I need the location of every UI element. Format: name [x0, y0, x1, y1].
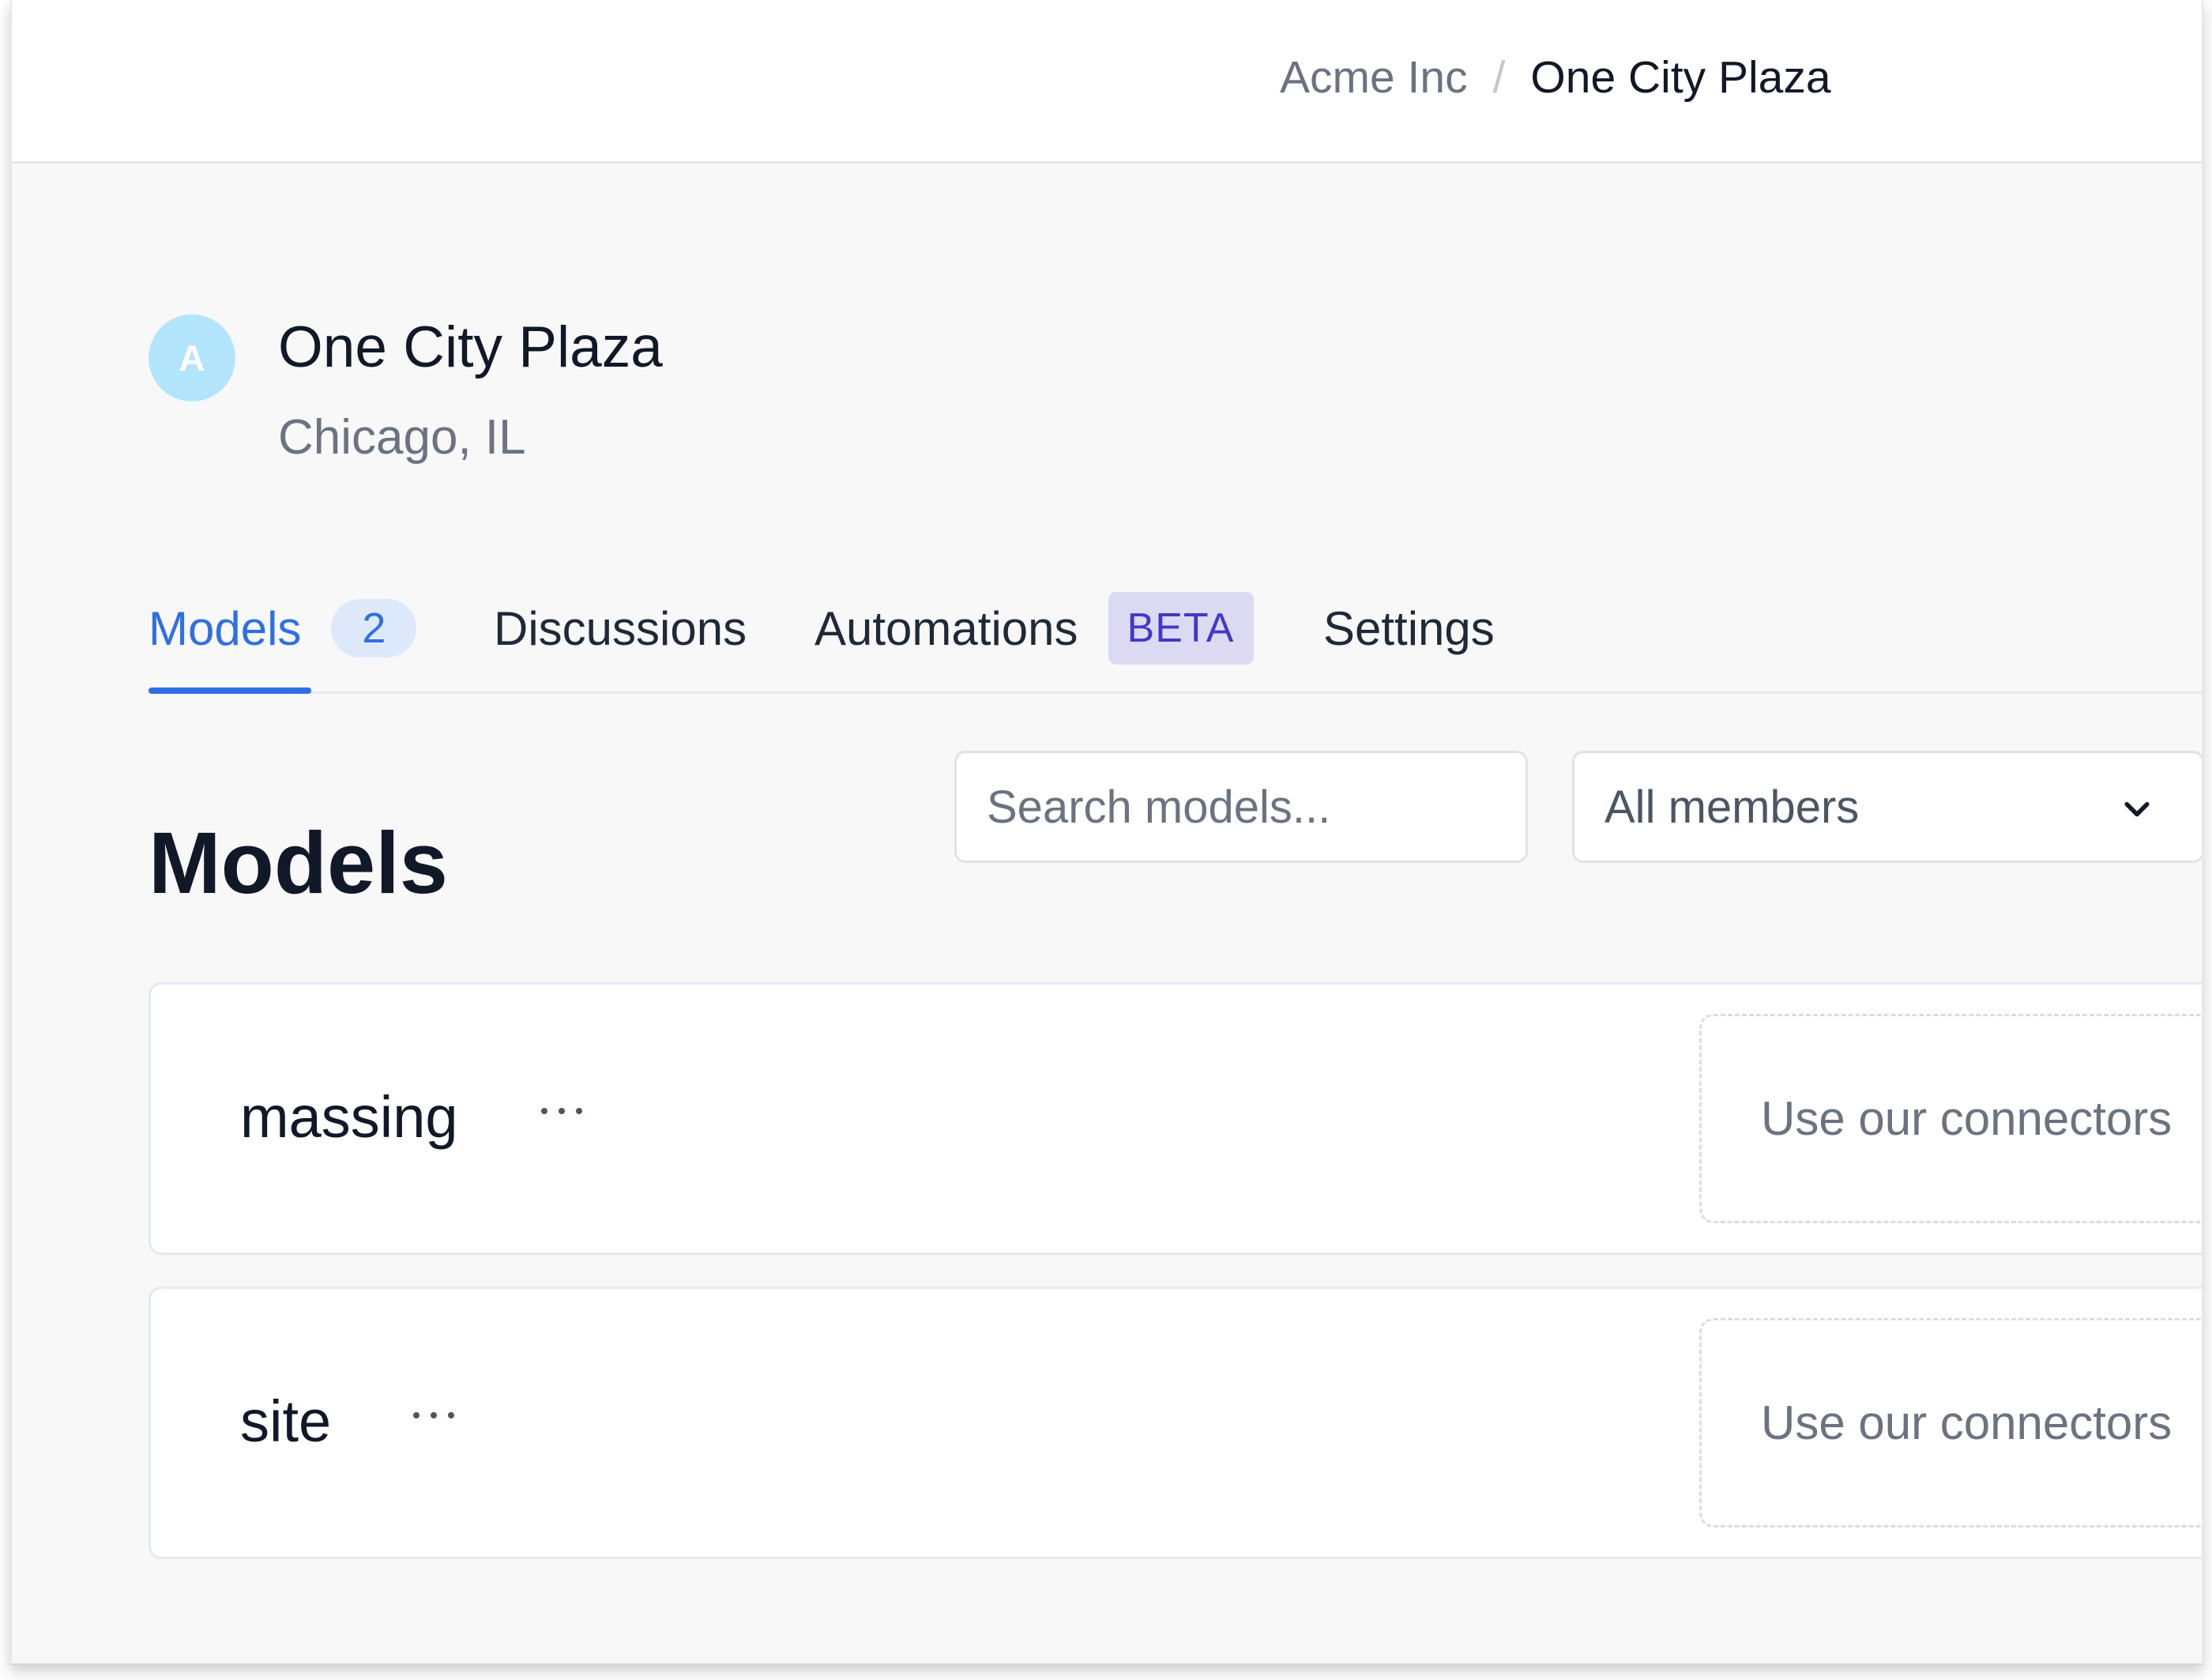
member-filter-select[interactable]: All members: [1572, 751, 2202, 863]
connectors-placeholder[interactable]: Use our connectors: [1699, 1014, 2202, 1223]
model-card[interactable]: site ··· Use our connectors: [149, 1286, 2202, 1559]
breadcrumb-organization[interactable]: Acme Inc: [1280, 51, 1468, 104]
project-avatar: A: [149, 315, 235, 401]
avatar-initial: A: [179, 337, 205, 379]
tab-models[interactable]: Models 2: [149, 585, 417, 672]
active-tab-indicator: [149, 687, 311, 694]
model-name[interactable]: site: [240, 1388, 331, 1455]
breadcrumb-current-project: One City Plaza: [1530, 52, 1831, 103]
breadcrumb-separator: /: [1492, 52, 1506, 103]
beta-badge: BETA: [1108, 592, 1254, 665]
tab-automations[interactable]: Automations BETA: [814, 585, 1254, 672]
top-navigation: Acme Inc / One City Plaza: [12, 0, 2202, 164]
project-title: One City Plaza: [278, 315, 663, 379]
tab-automations-label: Automations: [814, 601, 1078, 655]
more-horizontal-icon[interactable]: ···: [538, 1103, 585, 1119]
project-tabs: Models 2 Discussions Automations BETA Se…: [149, 569, 2202, 694]
tab-discussions[interactable]: Discussions: [494, 585, 747, 672]
model-name[interactable]: massing: [240, 1083, 458, 1151]
tab-models-label: Models: [149, 601, 302, 655]
breadcrumb: Acme Inc / One City Plaza: [1280, 46, 1831, 109]
models-count-badge: 2: [331, 599, 417, 657]
member-filter-value: All members: [1604, 781, 1860, 833]
models-heading: Models: [149, 814, 448, 912]
tab-settings-label: Settings: [1323, 601, 1495, 655]
search-models-input[interactable]: [954, 751, 1528, 863]
tab-settings[interactable]: Settings: [1323, 585, 1495, 672]
tab-discussions-label: Discussions: [494, 601, 747, 655]
project-location: Chicago, IL: [278, 410, 526, 465]
model-card[interactable]: massing ··· Use our connectors: [149, 982, 2202, 1255]
more-horizontal-icon[interactable]: ···: [410, 1407, 457, 1423]
connectors-placeholder[interactable]: Use our connectors: [1699, 1318, 2202, 1527]
app-window: Acme Inc / One City Plaza A One City Pla…: [10, 0, 2203, 1665]
chevron-down-icon: [2124, 801, 2150, 817]
